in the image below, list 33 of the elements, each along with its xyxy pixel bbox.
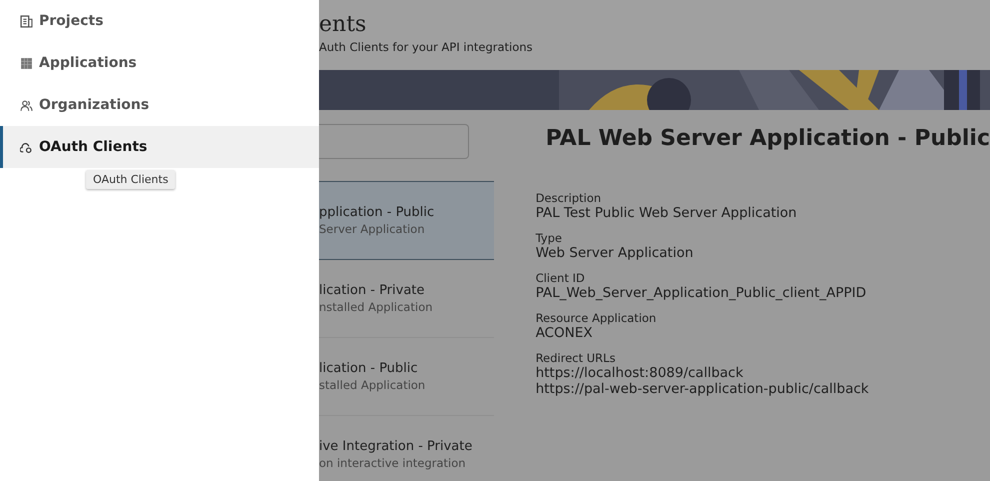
client-name: lication - Public <box>319 361 418 376</box>
client-title: PAL Web Server Application - Public <box>546 126 990 151</box>
field-value: https://pal-web-server-application-public/callback <box>536 381 869 397</box>
nav-item[interactable]: OAuth Clients <box>0 126 319 168</box>
field-value: PAL Test Public Web Server Application <box>536 205 797 221</box>
field-label: Client ID <box>536 271 585 285</box>
cloud-icon <box>20 140 33 154</box>
client-name: pplication - Public <box>319 205 434 220</box>
field-label: Resource Application <box>536 311 656 325</box>
field-label: Redirect URLs <box>536 351 616 365</box>
document-icon <box>20 14 33 28</box>
client-type: on interactive integration <box>319 456 466 470</box>
field-label: Description <box>536 191 602 205</box>
field-value: https://localhost:8089/callback <box>536 365 744 381</box>
nav-item[interactable]: Projects <box>0 0 319 42</box>
nav-item[interactable]: Applications <box>0 42 319 84</box>
client-name: lication - Private <box>319 283 425 298</box>
client-list-item[interactable]: pplication - Public Server Application <box>319 181 494 260</box>
page-title: ents <box>319 11 366 39</box>
field-value: PAL_Web_Server_Application_Public_client_APPID <box>536 285 866 301</box>
client-type: Server Application <box>319 222 425 236</box>
page-subtitle: Auth Clients for your API integrations <box>319 40 533 54</box>
people-icon <box>20 98 33 112</box>
nav-item[interactable]: Organizations <box>0 84 319 126</box>
client-type: stalled Application <box>319 378 426 392</box>
field-value: ACONEX <box>536 325 592 341</box>
field-value: Web Server Application <box>536 245 694 261</box>
client-type: nstalled Application <box>319 300 433 314</box>
client-name: ive Integration - Private <box>319 439 472 454</box>
grid-icon <box>20 56 33 70</box>
tooltip: OAuth Clients <box>86 170 176 189</box>
search-field[interactable] <box>319 124 469 159</box>
field-label: Type <box>536 231 562 245</box>
